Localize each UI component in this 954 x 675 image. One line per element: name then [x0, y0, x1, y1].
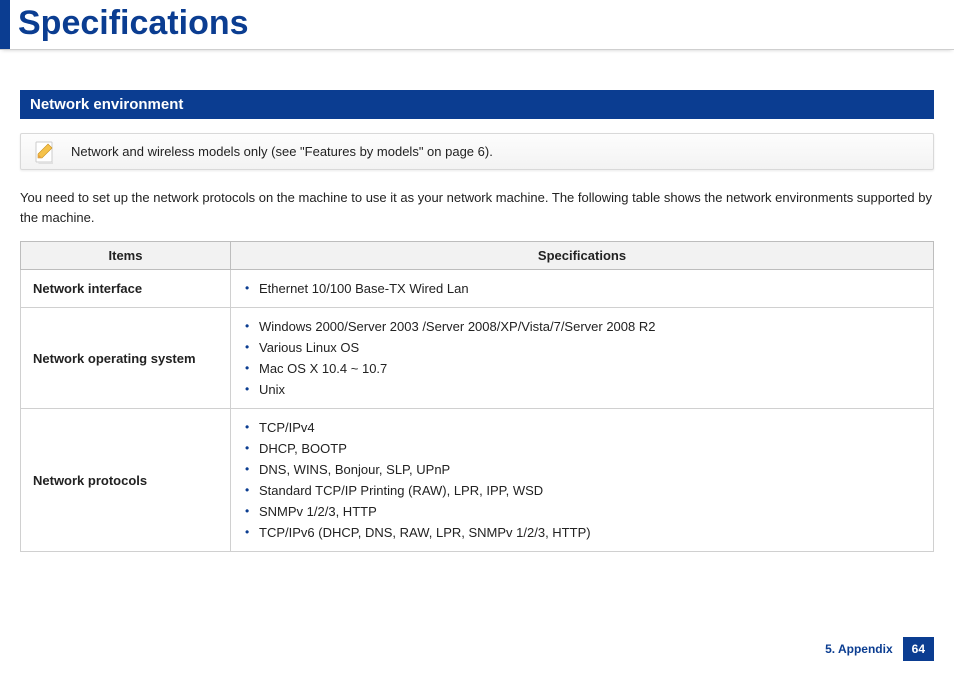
- footer-section-label: 5. Appendix: [815, 637, 903, 661]
- list-item: Unix: [243, 379, 921, 400]
- list-item: DNS, WINS, Bonjour, SLP, UPnP: [243, 459, 921, 480]
- page-title: Specifications: [10, 0, 257, 49]
- row-specs: Windows 2000/Server 2003 /Server 2008/XP…: [231, 308, 934, 409]
- list-item: TCP/IPv4: [243, 417, 921, 438]
- row-item: Network protocols: [21, 409, 231, 552]
- section-header: Network environment: [20, 90, 934, 119]
- title-accent-bar: [0, 0, 10, 49]
- table-row: Network operating system Windows 2000/Se…: [21, 308, 934, 409]
- row-item: Network operating system: [21, 308, 231, 409]
- table-row: Network interface Ethernet 10/100 Base-T…: [21, 270, 934, 308]
- page-content: Network environment Network and wireless…: [0, 50, 954, 552]
- list-item: TCP/IPv6 (DHCP, DNS, RAW, LPR, SNMPv 1/2…: [243, 522, 921, 543]
- table-row: Network protocols TCP/IPv4 DHCP, BOOTP D…: [21, 409, 934, 552]
- row-item: Network interface: [21, 270, 231, 308]
- list-item: Standard TCP/IP Printing (RAW), LPR, IPP…: [243, 480, 921, 501]
- note-icon: [33, 140, 57, 166]
- note-text: Network and wireless models only (see "F…: [71, 144, 493, 159]
- list-item: Mac OS X 10.4 ~ 10.7: [243, 358, 921, 379]
- table-header-items: Items: [21, 242, 231, 270]
- row-specs: TCP/IPv4 DHCP, BOOTP DNS, WINS, Bonjour,…: [231, 409, 934, 552]
- page-title-row: Specifications: [0, 0, 954, 50]
- table-header-specs: Specifications: [231, 242, 934, 270]
- list-item: Various Linux OS: [243, 337, 921, 358]
- list-item: DHCP, BOOTP: [243, 438, 921, 459]
- row-specs: Ethernet 10/100 Base-TX Wired Lan: [231, 270, 934, 308]
- intro-text: You need to set up the network protocols…: [20, 188, 934, 227]
- footer-page-number: 64: [903, 637, 934, 661]
- list-item: Ethernet 10/100 Base-TX Wired Lan: [243, 278, 921, 299]
- list-item: SNMPv 1/2/3, HTTP: [243, 501, 921, 522]
- list-item: Windows 2000/Server 2003 /Server 2008/XP…: [243, 316, 921, 337]
- page-footer: 5. Appendix 64: [815, 637, 934, 661]
- note-box: Network and wireless models only (see "F…: [20, 133, 934, 170]
- specifications-table: Items Specifications Network interface E…: [20, 241, 934, 552]
